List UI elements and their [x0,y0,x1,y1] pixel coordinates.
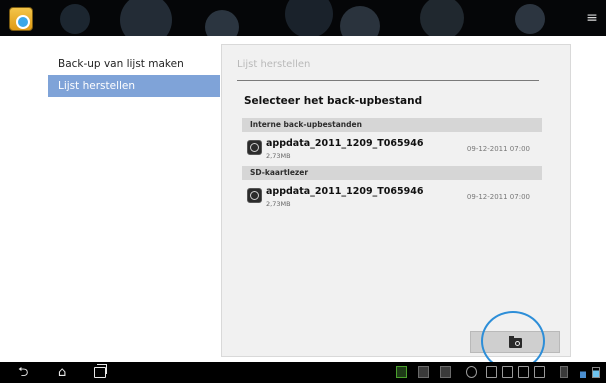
action-bar: ≡ [0,0,606,36]
usb-icon [560,366,568,378]
bokeh-decoration [420,0,464,36]
bokeh-decoration [60,4,90,34]
system-bar: ⮌ ⌂ [0,362,606,383]
backup-file-icon [247,140,262,155]
bokeh-decoration [515,4,545,34]
window-icon[interactable] [486,366,497,378]
nav-item-restore[interactable]: Lijst herstellen [48,75,220,97]
nav-item-backup[interactable]: Back-up van lijst maken [48,53,220,75]
bokeh-decoration [205,10,239,36]
window-icon[interactable] [502,366,513,378]
file-size: 2,73MB [266,200,291,208]
keyboard-icon[interactable] [418,366,429,378]
app-icon-emblem [16,15,30,29]
home-icon[interactable]: ⌂ [58,365,66,380]
window-icon[interactable] [534,366,545,378]
sd-card-icon[interactable] [440,366,451,378]
window-icon[interactable] [518,366,529,378]
overflow-menu-icon[interactable]: ≡ [586,10,598,26]
bokeh-decoration [285,0,333,36]
file-date: 09-12-2011 07:00 [466,145,530,153]
restore-panel: Lijst herstellen Selecteer het back-upbe… [221,44,571,357]
select-backup-heading: Selecteer het back-upbestand [244,95,423,107]
battery-icon [592,367,600,378]
section-header-sd-card: SD-kaartlezer [242,166,542,180]
screenshot-icon[interactable] [396,366,407,378]
backup-file-row[interactable]: appdata_2011_1209_T065946 2,73MB 09-12-2… [242,133,542,165]
section-header-internal: Interne back-upbestanden [242,118,542,132]
recent-apps-icon[interactable] [94,364,107,378]
bokeh-decoration [340,6,380,36]
file-date: 09-12-2011 07:00 [466,193,530,201]
panel-title: Lijst herstellen [237,59,311,70]
backup-restore-app-icon[interactable] [9,7,33,31]
file-size: 2,73MB [266,152,291,160]
bokeh-decoration [120,0,172,36]
title-divider [237,80,539,81]
signal-icon [580,367,586,378]
back-icon[interactable]: ⮌ [18,365,28,380]
navigation-pane: Back-up van lijst maken Lijst herstellen [0,36,220,362]
file-name: appdata_2011_1209_T065946 [266,138,424,149]
backup-file-icon [247,188,262,203]
backup-file-row[interactable]: appdata_2011_1209_T065946 2,73MB 09-12-2… [242,181,542,213]
file-name: appdata_2011_1209_T065946 [266,186,424,197]
sync-icon[interactable] [466,366,477,378]
